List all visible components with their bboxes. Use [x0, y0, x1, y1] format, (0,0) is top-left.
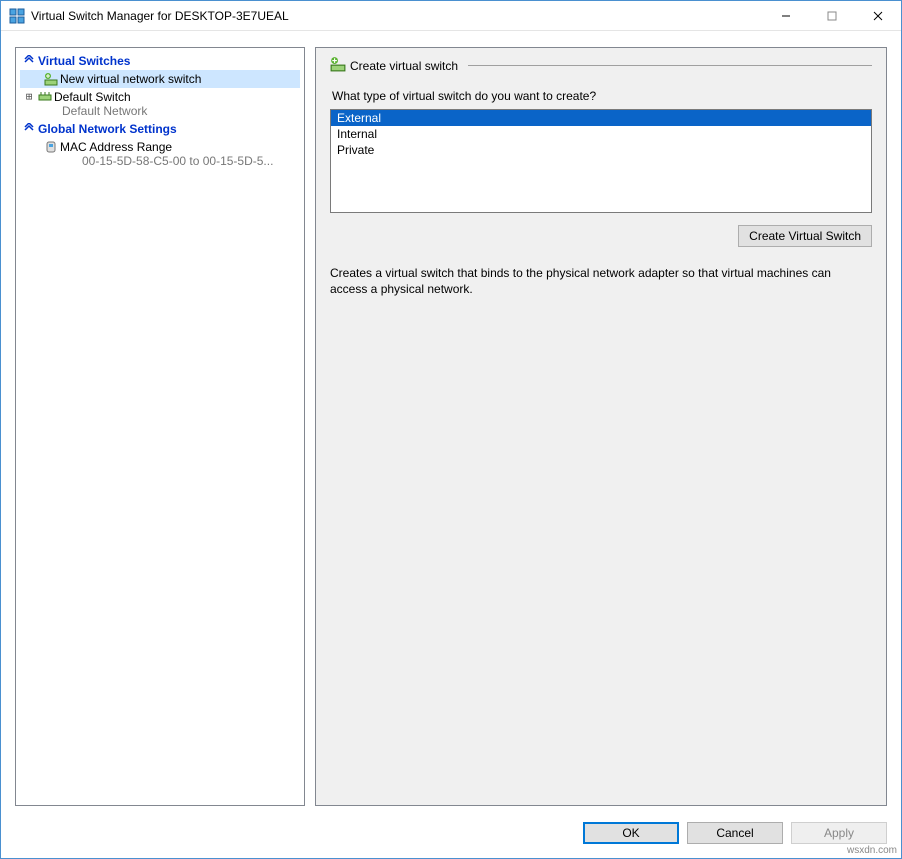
watermark-text: wsxdn.com — [847, 845, 897, 856]
tree-item-sublabel: Default Network — [22, 104, 298, 118]
divider-line — [468, 65, 872, 66]
nic-icon — [42, 140, 60, 154]
apply-button: Apply — [791, 822, 887, 844]
dialog-button-bar: OK Cancel Apply — [1, 814, 901, 858]
switch-type-listbox[interactable]: External Internal Private — [330, 109, 872, 213]
window-controls — [763, 1, 901, 30]
app-icon — [9, 8, 25, 24]
navigation-tree[interactable]: Virtual Switches New virtual network swi… — [15, 47, 305, 806]
panel-header: Create virtual switch — [330, 56, 872, 75]
option-private[interactable]: Private — [331, 142, 871, 158]
tree-item-label: MAC Address Range — [60, 140, 298, 154]
tree-section-label: Virtual Switches — [38, 54, 130, 68]
window-title: Virtual Switch Manager for DESKTOP-3E7UE… — [31, 9, 763, 23]
panel-question: What type of virtual switch do you want … — [332, 89, 872, 103]
tree-item-label: New virtual network switch — [60, 72, 298, 86]
panel-header-label: Create virtual switch — [346, 59, 462, 73]
switch-add-icon — [330, 56, 346, 75]
ok-button[interactable]: OK — [583, 822, 679, 844]
maximize-button[interactable] — [809, 1, 855, 30]
option-external[interactable]: External — [331, 110, 871, 126]
panel-description: Creates a virtual switch that binds to t… — [330, 265, 850, 297]
chevron-up-icon — [24, 54, 34, 68]
detail-pane: Create virtual switch What type of virtu… — [315, 47, 887, 806]
window-root: Virtual Switch Manager for DESKTOP-3E7UE… — [0, 0, 902, 859]
switch-add-icon — [42, 72, 60, 86]
option-internal[interactable]: Internal — [331, 126, 871, 142]
tree-section-label: Global Network Settings — [38, 122, 177, 136]
tree-item-mac-range[interactable]: MAC Address Range 00-15-5D-58-C5-00 to 0… — [20, 138, 300, 170]
title-bar: Virtual Switch Manager for DESKTOP-3E7UE… — [1, 1, 901, 31]
tree-item-label: Default Switch — [54, 90, 298, 104]
tree-item-sublabel: 00-15-5D-58-C5-00 to 00-15-5D-5... — [42, 154, 298, 168]
create-virtual-switch-button[interactable]: Create Virtual Switch — [738, 225, 872, 247]
close-button[interactable] — [855, 1, 901, 30]
minimize-button[interactable] — [763, 1, 809, 30]
content-frame: Virtual Switches New virtual network swi… — [1, 31, 901, 814]
tree-item-new-virtual-switch[interactable]: New virtual network switch — [20, 70, 300, 88]
tree-section-virtual-switches[interactable]: Virtual Switches — [20, 52, 300, 70]
tree-item-default-switch[interactable]: ⊞ Default Switch Default Network — [20, 88, 300, 120]
expand-icon[interactable]: ⊞ — [22, 90, 36, 103]
switch-icon — [36, 90, 54, 104]
tree-section-global-settings[interactable]: Global Network Settings — [20, 120, 300, 138]
cancel-button[interactable]: Cancel — [687, 822, 783, 844]
chevron-up-icon — [24, 122, 34, 136]
